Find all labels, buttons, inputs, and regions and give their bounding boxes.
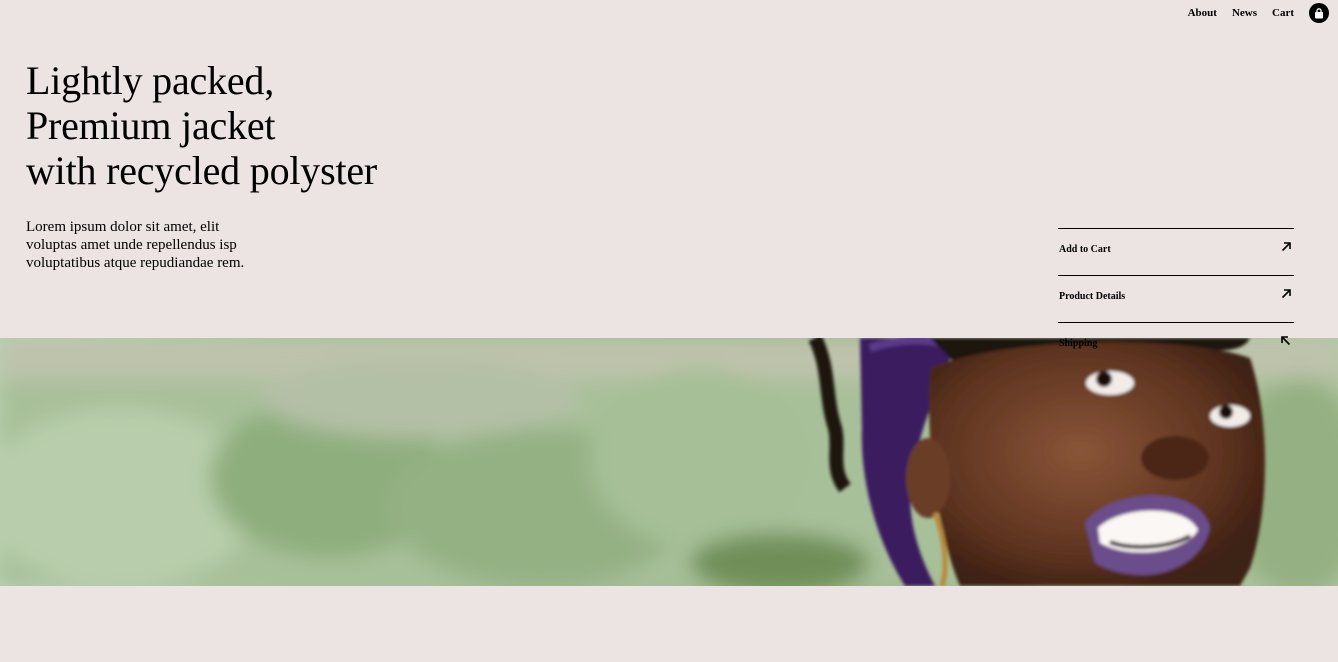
arrow-up-right-icon (1281, 289, 1291, 299)
shipping-label: Shipping (1059, 338, 1098, 349)
product-details-label: Product Details (1059, 291, 1126, 302)
hero-title-line: Premium jacket (26, 103, 276, 148)
shopping-bag-icon (1315, 7, 1323, 18)
hero-title: Lightly packed, Premium jacket with recy… (26, 58, 377, 193)
top-nav: About News Cart (1173, 3, 1329, 23)
hero-description: Lorem ipsum dolor sit amet, elit volupta… (26, 219, 245, 271)
hero-photo-banner (0, 338, 1338, 586)
nav-link-news[interactable]: News (1232, 3, 1257, 23)
arrow-up-right-icon (1281, 242, 1291, 252)
nav-link-cart[interactable]: Cart (1272, 3, 1294, 23)
shopping-bag-button[interactable] (1309, 3, 1329, 23)
add-to-cart-label: Add to Cart (1059, 244, 1111, 255)
product-details-row[interactable]: Product Details (1058, 275, 1294, 322)
hero-title-line: with recycled polyster (26, 148, 378, 193)
page: About News Cart Lightly packed, Premium … (0, 0, 1338, 662)
arrow-up-left-icon (1281, 336, 1291, 346)
hero-title-line: Lightly packed, (26, 58, 275, 103)
smiling-woman-photo (0, 338, 1338, 586)
nav-link-about[interactable]: About (1188, 3, 1217, 23)
add-to-cart-row[interactable]: Add to Cart (1058, 228, 1294, 275)
product-actions: Add to Cart Product Details Shipping (1058, 228, 1294, 369)
shipping-row[interactable]: Shipping (1058, 322, 1294, 369)
